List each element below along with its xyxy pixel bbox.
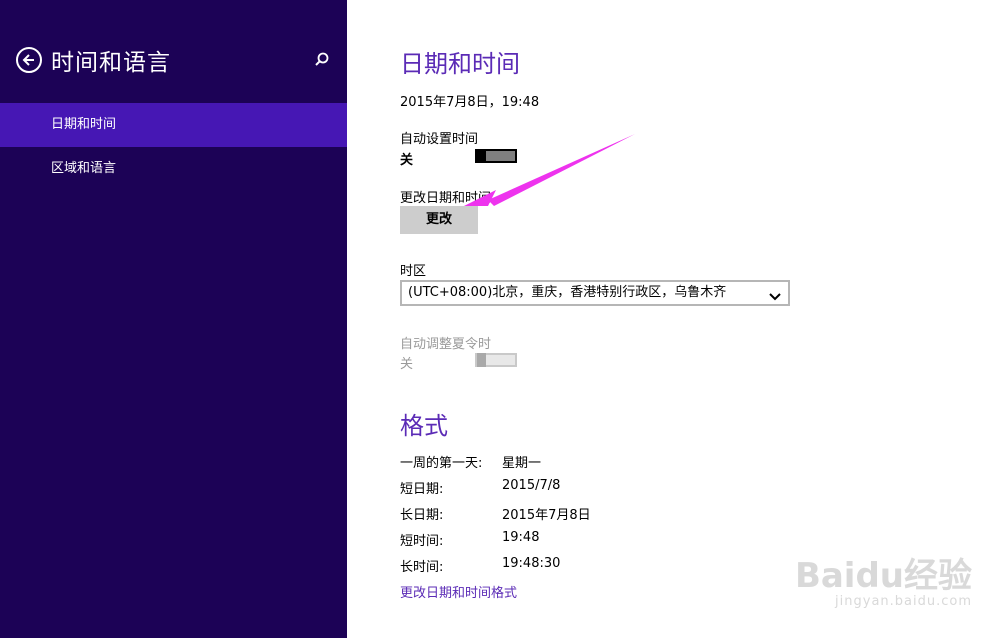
main-content: 日期和时间 2015年7月8日，19:48 自动设置时间 关 更改日期和时间 更… <box>348 0 1000 638</box>
change-datetime-label: 更改日期和时间 <box>400 191 492 206</box>
current-datetime: 2015年7月8日，19:48 <box>400 95 540 110</box>
datetime-heading: 日期和时间 <box>400 50 520 78</box>
sidebar-item-label: 区域和语言 <box>51 161 117 176</box>
format-label: 长时间: <box>400 560 444 575</box>
search-icon[interactable] <box>312 50 332 70</box>
dst-toggle[interactable] <box>475 353 517 367</box>
format-label: 一周的第一天: <box>400 456 483 471</box>
toggle-knob <box>477 149 486 163</box>
change-datetime-button[interactable]: 更改 <box>400 206 478 234</box>
timezone-label: 时区 <box>400 264 427 279</box>
format-label: 长日期: <box>400 508 444 523</box>
format-value: 2015年7月8日 <box>502 508 591 523</box>
formats-heading: 格式 <box>400 412 448 440</box>
format-value: 19:48 <box>502 530 540 545</box>
format-value: 2015/7/8 <box>502 478 561 493</box>
sidebar-item-datetime[interactable]: 日期和时间 <box>0 103 347 147</box>
auto-time-toggle[interactable] <box>475 149 517 163</box>
sidebar-title: 时间和语言 <box>51 50 171 76</box>
sidebar-item-label: 日期和时间 <box>51 117 117 132</box>
sidebar-item-region-language[interactable]: 区域和语言 <box>0 147 347 191</box>
watermark: Baidu经验 jingyan.baidu.com <box>794 548 972 609</box>
format-label: 短日期: <box>400 482 444 497</box>
format-label: 短时间: <box>400 534 444 549</box>
dst-label: 自动调整夏令时 <box>400 337 492 352</box>
sidebar: 时间和语言 日期和时间 区域和语言 <box>0 0 347 638</box>
timezone-value: (UTC+08:00)北京，重庆，香港特别行政区，乌鲁木齐 <box>408 285 727 300</box>
back-arrow-icon[interactable] <box>16 47 42 73</box>
watermark-url: jingyan.baidu.com <box>835 594 972 609</box>
watermark-logo: Baidu经验 <box>794 556 972 596</box>
toggle-knob <box>477 353 486 367</box>
format-value: 星期一 <box>502 456 542 471</box>
change-format-link[interactable]: 更改日期和时间格式 <box>400 582 517 601</box>
auto-time-state: 关 <box>400 153 414 168</box>
chevron-down-icon <box>769 288 781 310</box>
format-value: 19:48:30 <box>502 556 561 571</box>
dst-state: 关 <box>400 357 414 372</box>
timezone-select[interactable]: (UTC+08:00)北京，重庆，香港特别行政区，乌鲁木齐 <box>400 280 790 306</box>
auto-time-label: 自动设置时间 <box>400 132 479 147</box>
